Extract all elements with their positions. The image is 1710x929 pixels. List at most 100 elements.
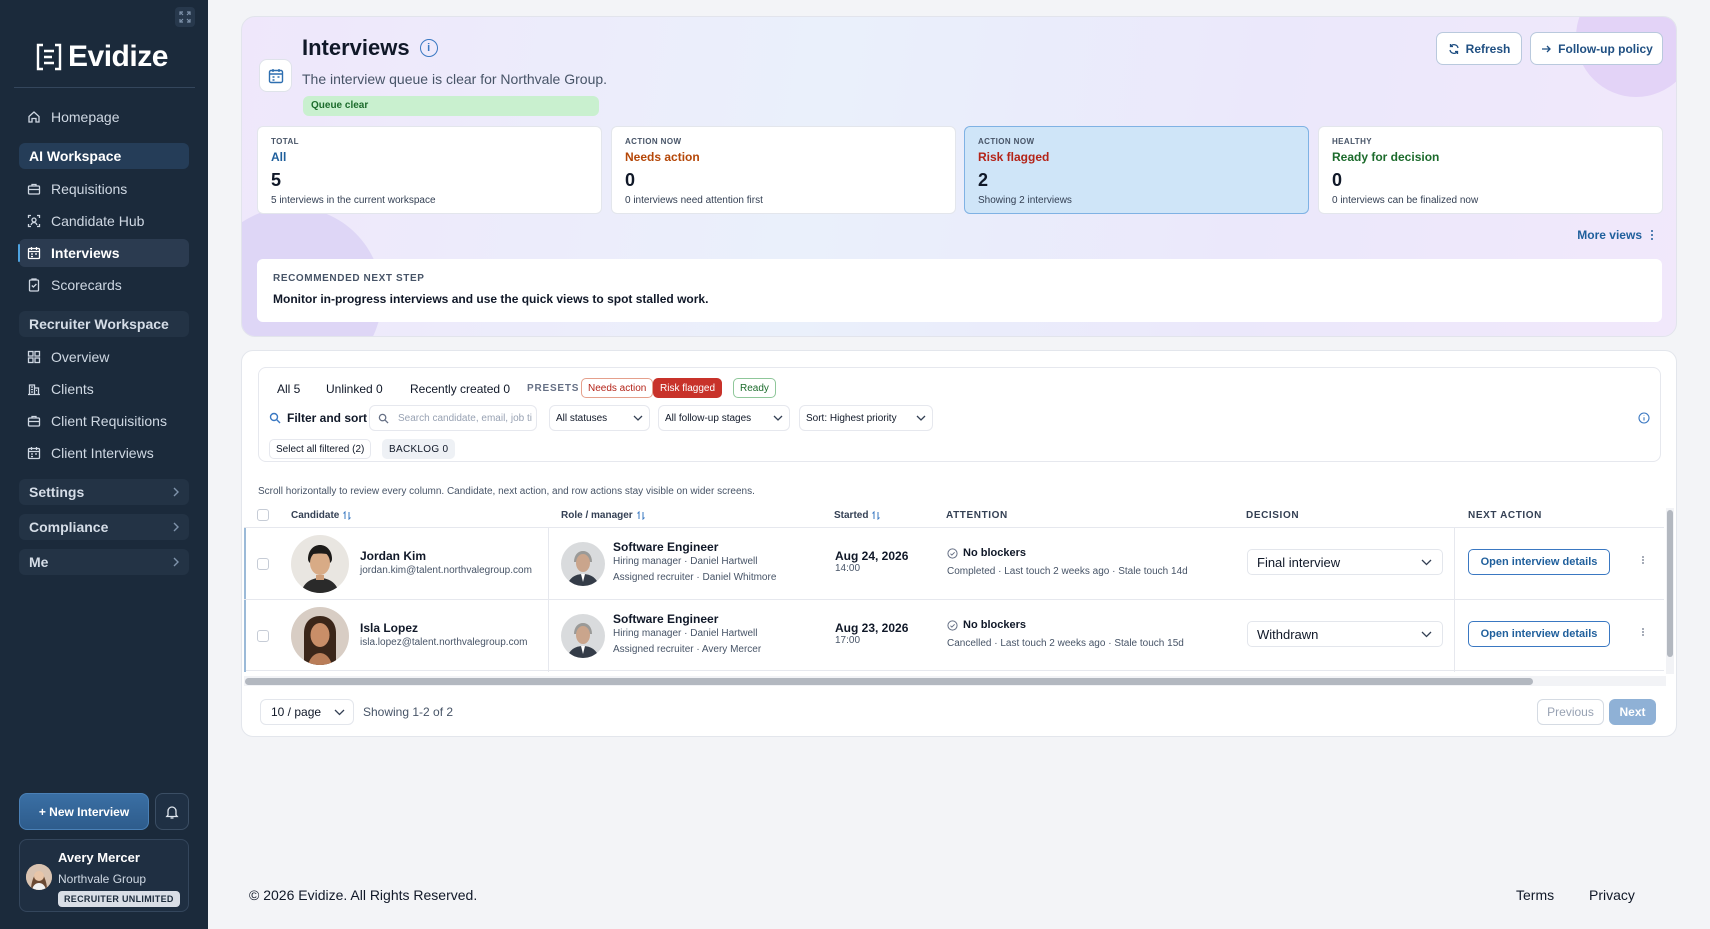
select-all-checkbox[interactable] — [257, 509, 269, 521]
scroll-hint: Scroll horizontally to review every colu… — [258, 486, 755, 497]
sidebar-item-client-requisitions[interactable]: Client Requisitions — [19, 407, 189, 435]
sidebar-group-recruiter-workspace[interactable]: Recruiter Workspace — [19, 311, 189, 337]
stat-card-needs-action[interactable]: ACTION NOW Needs action 0 0 interviews n… — [611, 126, 956, 214]
chevron-down-icon — [1421, 630, 1432, 638]
user-org: Northvale Group — [58, 872, 147, 886]
manager-avatar — [561, 614, 605, 658]
sidebar-group-me[interactable]: Me — [19, 549, 189, 575]
divider — [14, 87, 195, 88]
stat-card-all[interactable]: TOTAL All 5 5 interviews in the current … — [257, 126, 602, 214]
stat-card-risk-flagged[interactable]: ACTION NOW Risk flagged 2 Showing 2 inte… — [964, 126, 1309, 214]
grid-icon — [27, 350, 41, 364]
brand-name: Evidize — [68, 40, 168, 73]
stat-card-ready-for-decision[interactable]: HEALTHY Ready for decision 0 0 interview… — [1318, 126, 1663, 214]
candidate-name[interactable]: Jordan Kim — [360, 549, 426, 563]
search-placeholder: Search candidate, email, job ti — [398, 412, 532, 424]
sidebar-item-label: Client Requisitions — [51, 413, 167, 429]
notifications-bell-icon[interactable] — [155, 793, 189, 830]
more-views-button[interactable]: More views — [1577, 228, 1654, 242]
chevron-right-icon — [171, 486, 181, 498]
preset-needs-action[interactable]: Needs action — [581, 378, 654, 398]
preset-ready[interactable]: Ready — [733, 378, 776, 398]
sort-select[interactable]: Sort: Highest priority — [799, 405, 933, 431]
sidebar-group-ai-workspace[interactable]: AI Workspace — [19, 143, 189, 169]
scrollbar-thumb[interactable] — [1667, 510, 1673, 657]
row-actions-icon[interactable] — [1641, 554, 1645, 566]
tab-all[interactable]: All 5 — [277, 382, 300, 396]
stat-label: Risk flagged — [978, 150, 1050, 164]
sidebar-item-client-interviews[interactable]: Client Interviews — [19, 439, 189, 467]
follow-up-stage-select[interactable]: All follow-up stages — [658, 405, 790, 431]
sidebar-item-homepage[interactable]: Homepage — [19, 103, 189, 131]
table-row[interactable]: Jordan Kim jordan.kim@talent.northvalegr… — [244, 527, 1664, 600]
calendar-icon — [27, 247, 41, 260]
candidate-name[interactable]: Isla Lopez — [360, 621, 418, 635]
info-icon[interactable]: i — [419, 39, 438, 57]
attention-detail: Completed · Last touch 2 weeks ago · Sta… — [947, 566, 1188, 577]
stat-value: 0 — [625, 170, 636, 190]
sidebar-item-clients[interactable]: Clients — [19, 375, 189, 403]
preset-risk-flagged[interactable]: Risk flagged — [653, 378, 723, 398]
chevron-down-icon — [633, 414, 643, 422]
filter-and-sort: Filter and sort — [269, 411, 367, 425]
new-interview-button[interactable]: + New Interview — [19, 793, 149, 830]
more-vertical-icon — [1650, 229, 1654, 241]
follow-up-policy-button[interactable]: Follow-up policy — [1530, 32, 1663, 65]
sidebar-item-label: Scorecards — [51, 277, 122, 293]
chevron-down-icon — [334, 708, 345, 716]
sidebar-item-requisitions[interactable]: Requisitions — [19, 175, 189, 203]
collapse-sidebar-icon[interactable] — [175, 7, 195, 27]
hiring-manager: Hiring manager · Daniel Hartwell — [613, 628, 758, 639]
status-select[interactable]: All statuses — [549, 405, 650, 431]
user-profile-card[interactable]: Avery Mercer Northvale Group RECRUITER U… — [19, 839, 189, 912]
backlog-badge[interactable]: BACKLOG 0 — [382, 439, 456, 459]
tab-recently-created[interactable]: Recently created 0 — [410, 382, 510, 396]
previous-page-button[interactable]: Previous — [1537, 699, 1604, 725]
divider — [548, 600, 549, 672]
horizontal-scrollbar[interactable] — [244, 676, 1666, 686]
home-icon — [28, 111, 40, 123]
search-icon — [269, 412, 281, 424]
footer-terms-link[interactable]: Terms — [1516, 887, 1554, 903]
row-checkbox[interactable] — [257, 558, 269, 570]
role-title: Software Engineer — [613, 540, 719, 554]
column-candidate[interactable]: Candidate — [291, 510, 352, 521]
column-next-action: NEXT ACTION — [1468, 510, 1543, 521]
row-actions-icon[interactable] — [1641, 626, 1645, 638]
row-checkbox[interactable] — [257, 630, 269, 642]
column-started[interactable]: Started — [834, 510, 881, 521]
stat-kicker: HEALTHY — [1332, 137, 1372, 146]
column-role-manager[interactable]: Role / manager — [561, 510, 645, 521]
select-all-filtered-button[interactable]: Select all filtered (2) — [269, 439, 372, 459]
page-size-select[interactable]: 10 / page — [260, 699, 354, 725]
sort-icon — [343, 511, 352, 520]
open-interview-details-button[interactable]: Open interview details — [1468, 621, 1610, 647]
sidebar-item-label: Candidate Hub — [51, 213, 145, 229]
manager-avatar — [561, 542, 605, 586]
open-interview-details-button[interactable]: Open interview details — [1468, 549, 1610, 575]
footer-privacy-link[interactable]: Privacy — [1589, 887, 1635, 903]
sidebar-item-interviews[interactable]: Interviews — [18, 239, 189, 267]
next-page-button[interactable]: Next — [1609, 699, 1656, 725]
tab-unlinked[interactable]: Unlinked 0 — [326, 382, 383, 396]
search-input[interactable]: Search candidate, email, job ti — [369, 405, 537, 431]
attention-detail: Cancelled · Last touch 2 weeks ago · Sta… — [947, 638, 1184, 649]
sidebar-item-candidate-hub[interactable]: Candidate Hub — [19, 207, 189, 235]
started-time: 14:00 — [835, 563, 861, 574]
refresh-button[interactable]: Refresh — [1436, 32, 1522, 65]
sidebar-item-overview[interactable]: Overview — [19, 343, 189, 371]
calendar-icon — [259, 59, 292, 92]
decision-select[interactable]: Withdrawn — [1247, 621, 1443, 647]
row-accent — [244, 528, 246, 600]
pagination-summary: Showing 1-2 of 2 — [363, 705, 454, 719]
scrollbar-thumb[interactable] — [245, 678, 1533, 685]
vertical-scrollbar[interactable] — [1666, 508, 1674, 674]
info-icon[interactable] — [1638, 412, 1650, 424]
decision-select[interactable]: Final interview — [1247, 549, 1443, 575]
sidebar-group-compliance[interactable]: Compliance — [19, 514, 189, 540]
brand-logo[interactable]: Evidize — [34, 40, 168, 74]
sidebar-item-scorecards[interactable]: Scorecards — [19, 271, 189, 299]
divider — [548, 528, 549, 600]
sidebar-group-settings[interactable]: Settings — [19, 479, 189, 505]
table-row[interactable]: Isla Lopez isla.lopez@talent.northvalegr… — [244, 599, 1664, 672]
